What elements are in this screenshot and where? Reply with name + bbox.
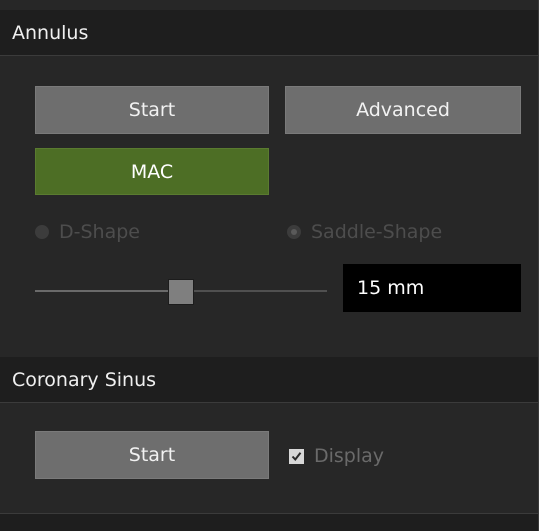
d-shape-label: D-Shape	[59, 221, 140, 243]
radio-dot-checked-icon	[287, 225, 301, 239]
coronary-sinus-title: Coronary Sinus	[12, 369, 157, 391]
radio-dot-icon	[35, 225, 49, 239]
coronary-sinus-header: Coronary Sinus	[0, 357, 538, 403]
checkmark-icon	[289, 448, 304, 464]
display-checkbox[interactable]: Display	[289, 445, 384, 467]
annulus-start-button[interactable]: Start	[35, 86, 269, 134]
display-label: Display	[314, 445, 385, 467]
annulus-title: Annulus	[12, 22, 89, 44]
size-slider-thumb[interactable]	[168, 279, 194, 305]
size-value-text: 15 mm	[357, 277, 425, 299]
size-value-field[interactable]: 15 mm	[343, 264, 521, 312]
annulus-header: Annulus	[0, 10, 538, 56]
advanced-button[interactable]: Advanced	[285, 86, 521, 134]
saddle-shape-label: Saddle-Shape	[311, 221, 443, 243]
next-section-header	[0, 513, 538, 531]
side-panel: Annulus Start Advanced MAC D-Shape Saddl…	[0, 0, 539, 531]
coronary-sinus-start-button[interactable]: Start	[35, 431, 269, 479]
mac-button[interactable]: MAC	[35, 148, 269, 195]
size-slider-fill	[35, 290, 181, 292]
saddle-shape-radio[interactable]: Saddle-Shape	[287, 221, 442, 243]
d-shape-radio[interactable]: D-Shape	[35, 221, 140, 243]
